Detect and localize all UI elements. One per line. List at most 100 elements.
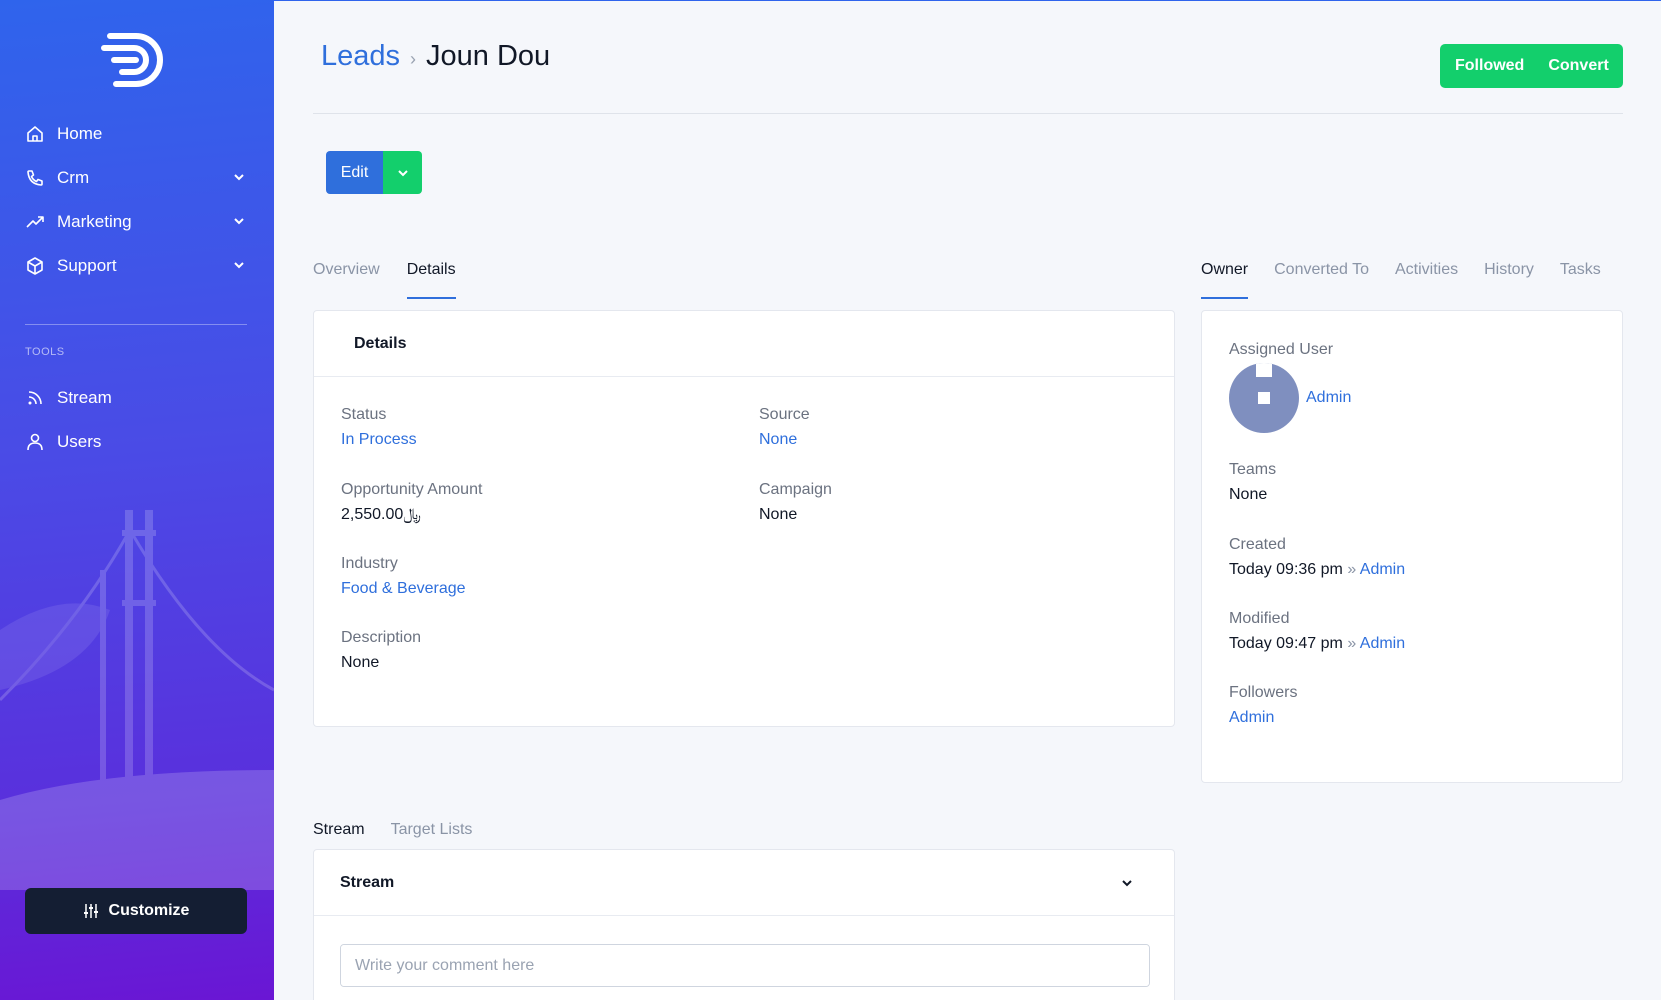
followers-field: Followers Admin	[1229, 684, 1297, 727]
description-value: None	[341, 654, 380, 671]
tab-stream[interactable]: Stream	[313, 821, 365, 839]
industry-value[interactable]: Food & Beverage	[341, 580, 466, 598]
trending-up-icon	[25, 212, 45, 232]
industry-label: Industry	[341, 555, 398, 572]
chevron-down-icon[interactable]	[1120, 876, 1134, 890]
status-label: Status	[341, 406, 387, 423]
nav-item-users[interactable]: Users	[0, 420, 274, 464]
nav-item-label: Support	[57, 256, 117, 275]
campaign-field: Campaign None	[759, 481, 832, 524]
modified-time: Today 09:47 pm	[1229, 635, 1343, 652]
header-divider	[313, 113, 1623, 114]
top-accent-line	[274, 0, 1661, 1]
nav-item-home[interactable]: Home	[0, 112, 274, 156]
bottom-tabs: Stream Target Lists	[313, 821, 498, 839]
created-field: Created Today 09:36 pm » Admin	[1229, 536, 1405, 579]
assigned-user-value-field: Admin	[1306, 389, 1351, 407]
home-icon	[25, 124, 45, 144]
status-value[interactable]: In Process	[341, 431, 417, 449]
owner-panel: Assigned User Admin Teams None Created T…	[1201, 310, 1623, 783]
tab-owner[interactable]: Owner	[1201, 261, 1249, 299]
industry-field: Industry Food & Beverage	[341, 555, 466, 598]
sidebar-divider	[25, 324, 247, 325]
tab-target-lists[interactable]: Target Lists	[391, 821, 473, 839]
avatar[interactable]	[1229, 363, 1299, 433]
bridge-background-image	[0, 510, 274, 890]
source-value[interactable]: None	[759, 431, 810, 449]
description-label: Description	[341, 629, 422, 646]
tab-converted-to[interactable]: Converted To	[1274, 261, 1369, 299]
comment-input[interactable]	[340, 944, 1150, 987]
nav-item-support[interactable]: Support	[0, 244, 274, 288]
modified-field: Modified Today 09:47 pm » Admin	[1229, 610, 1405, 653]
nav-item-label: Stream	[57, 388, 112, 407]
nav-item-marketing[interactable]: Marketing	[0, 200, 274, 244]
opportunity-amount-field: Opportunity Amount 2,550.00﷼	[341, 481, 482, 524]
edit-button-group: Edit	[326, 151, 422, 194]
edit-button[interactable]: Edit	[326, 151, 383, 194]
header-actions: Followed Convert	[1440, 44, 1623, 88]
teams-value: None	[1229, 486, 1268, 503]
assigned-user-link[interactable]: Admin	[1306, 389, 1351, 407]
tab-overview[interactable]: Overview	[313, 261, 380, 299]
sliders-icon	[83, 904, 98, 918]
followers-link[interactable]: Admin	[1229, 709, 1297, 727]
modified-label: Modified	[1229, 610, 1290, 627]
modified-by-separator: »	[1347, 635, 1357, 652]
tools-nav: Stream Users	[0, 376, 274, 464]
source-label: Source	[759, 406, 810, 423]
app-logo-icon[interactable]	[100, 30, 170, 90]
tools-section-label: TOOLS	[25, 346, 65, 358]
created-time: Today 09:36 pm	[1229, 561, 1343, 578]
phone-icon	[25, 168, 45, 188]
chevron-down-icon[interactable]	[232, 170, 246, 184]
assigned-user-label: Assigned User	[1229, 341, 1334, 358]
customize-label: Customize	[108, 902, 190, 919]
convert-button[interactable]: Convert	[1538, 44, 1620, 88]
nav-item-crm[interactable]: Crm	[0, 156, 274, 200]
created-label: Created	[1229, 536, 1286, 553]
campaign-label: Campaign	[759, 481, 832, 498]
followed-button[interactable]: Followed	[1440, 44, 1538, 88]
nav-item-label: Home	[57, 124, 103, 143]
tab-history[interactable]: History	[1484, 261, 1534, 299]
chevron-down-icon	[397, 169, 408, 176]
nav-item-label: Marketing	[57, 212, 132, 231]
stream-panel: Stream	[313, 849, 1175, 1000]
edit-dropdown-button[interactable]	[383, 151, 422, 194]
modified-by-link[interactable]: Admin	[1360, 635, 1405, 652]
teams-field: Teams None	[1229, 461, 1276, 504]
created-value: Today 09:36 pm » Admin	[1229, 561, 1405, 579]
assigned-user-field: Assigned User	[1229, 341, 1333, 366]
breadcrumb-separator: ›	[410, 49, 417, 69]
main-nav: Home Crm Marketing Support	[0, 112, 274, 288]
teams-label: Teams	[1229, 461, 1277, 478]
side-tabs: Owner Converted To Activities History Ta…	[1201, 261, 1601, 299]
stream-panel-title: Stream	[340, 873, 395, 891]
created-by-link[interactable]: Admin	[1360, 561, 1405, 578]
tab-activities[interactable]: Activities	[1395, 261, 1458, 299]
description-field: Description None	[341, 629, 421, 672]
rss-icon	[25, 388, 45, 408]
tab-details[interactable]: Details	[406, 261, 456, 299]
customize-button[interactable]: Customize	[25, 888, 247, 934]
breadcrumb-leads-link[interactable]: Leads	[321, 40, 400, 73]
chevron-down-icon[interactable]	[232, 258, 246, 272]
main-tabs: Overview Details	[313, 261, 483, 299]
campaign-value: None	[759, 506, 798, 523]
box-icon	[25, 256, 45, 276]
nav-item-stream[interactable]: Stream	[0, 376, 274, 420]
page-title: Joun Dou	[426, 40, 551, 72]
opportunity-amount-label: Opportunity Amount	[341, 481, 483, 498]
nav-item-label: Crm	[57, 168, 90, 187]
source-field: Source None	[759, 406, 810, 449]
followers-label: Followers	[1229, 684, 1298, 701]
tab-tasks[interactable]: Tasks	[1560, 261, 1601, 299]
opportunity-amount-value: 2,550.00﷼	[341, 506, 421, 523]
breadcrumb: Leads › Joun Dou	[321, 40, 550, 73]
created-by-separator: »	[1347, 561, 1357, 578]
chevron-down-icon[interactable]	[232, 214, 246, 228]
sidebar: Home Crm Marketing Support TOOLS Stream …	[0, 0, 274, 1000]
user-icon	[25, 432, 45, 452]
details-panel: Details Status In Process Source None Op…	[313, 310, 1175, 727]
